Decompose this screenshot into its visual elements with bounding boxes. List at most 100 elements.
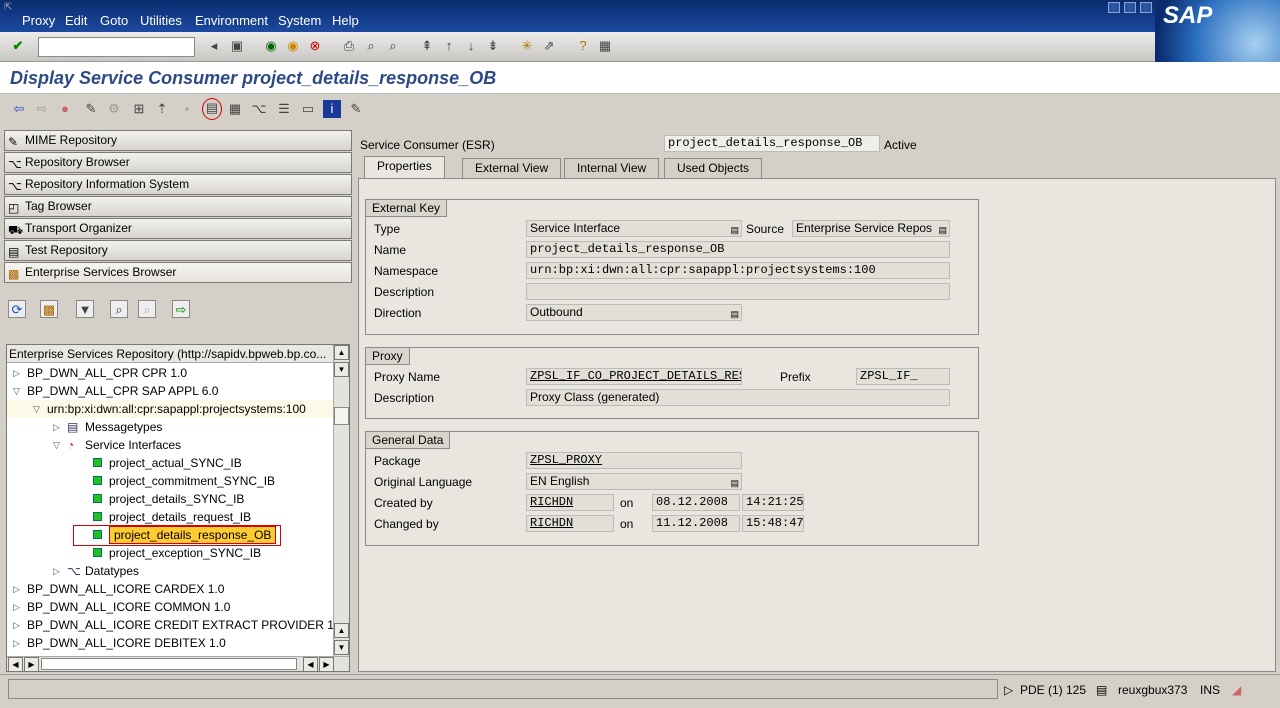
dropdown-icon[interactable]: ▤ (730, 307, 739, 320)
tree-node[interactable]: ▷ BP_DWN_ALL_ICORE CARDEX 1.0 (7, 580, 335, 598)
tree-vertical-scrollbar-lower[interactable]: ▲ ▼ (333, 621, 349, 657)
description-field[interactable] (526, 283, 950, 300)
minimize-button[interactable] (1108, 2, 1120, 13)
type-field[interactable]: Service Interface ▤ (526, 220, 742, 237)
nav-repository-browser[interactable]: ⌥ Repository Browser (4, 152, 352, 173)
find-next-icon[interactable]: ⌕ (384, 37, 402, 55)
tree-node[interactable]: project_details_request_IB (7, 508, 335, 526)
other-object-icon[interactable]: ● (56, 100, 74, 118)
object-list-icon[interactable]: ▤ (202, 98, 222, 120)
status-expand-icon[interactable]: ▷ (1004, 681, 1013, 699)
scroll-right2-button[interactable]: ▶ (319, 657, 334, 671)
tab-internal-view[interactable]: Internal View (564, 158, 660, 178)
tree-node[interactable]: ▷ BP_DWN_ALL_ICORE DEBITEX 1.0 (7, 634, 335, 652)
restore-button[interactable] (1124, 2, 1136, 13)
refresh-icon[interactable]: ⟳ (8, 300, 26, 318)
menu-system[interactable]: System (278, 13, 321, 28)
menu-utilities[interactable]: Utilities (140, 13, 182, 28)
shortcut-icon[interactable]: ⇗ (540, 37, 558, 55)
tree-node[interactable]: ▽ BP_DWN_ALL_CPR SAP APPL 6.0 (7, 382, 335, 400)
expand-arrow-icon[interactable]: ▷ (13, 598, 20, 616)
scroll-thumb[interactable] (334, 407, 349, 425)
info-icon[interactable]: i (323, 100, 341, 118)
tab-properties[interactable]: Properties (364, 156, 445, 178)
save-icon[interactable]: ▣ (228, 37, 246, 55)
source-field[interactable]: Enterprise Service Repos ▤ (792, 220, 950, 237)
cancel-icon[interactable]: ⊗ (306, 37, 324, 55)
tree-node-selected[interactable]: project_details_response_OB (7, 525, 335, 546)
forward-arrow-icon[interactable]: ⇨ (33, 100, 51, 118)
back-icon[interactable]: ◉ (262, 37, 280, 55)
help-icon[interactable]: ? (574, 37, 592, 55)
proxy-name-field[interactable]: ZPSL_IF_CO_PROJECT_DETAILS_RES (526, 368, 742, 385)
change-icon[interactable]: ✎ (82, 100, 100, 118)
display-object-icon[interactable]: ▦ (226, 100, 244, 118)
navigation-icon[interactable]: ☰ (275, 100, 293, 118)
expand-arrow-icon[interactable]: ▷ (53, 562, 60, 580)
dropdown-icon[interactable]: ▤ (938, 223, 947, 236)
nav-mime-repository[interactable]: ✎ MIME Repository (4, 130, 352, 151)
collapse-arrow-icon[interactable]: ▽ (33, 400, 40, 418)
tree-node[interactable]: ▷ BP_DWN_ALL_ICORE CREDIT EXTRACT PROVIDE… (7, 616, 337, 634)
last-page-icon[interactable]: ⇟ (484, 37, 502, 55)
filter-icon[interactable]: ▼ (76, 300, 94, 318)
back-arrow-icon[interactable]: ⇦ (10, 100, 28, 118)
first-page-icon[interactable]: ⇞ (418, 37, 436, 55)
tab-used-objects[interactable]: Used Objects (664, 158, 763, 178)
scroll-right-button[interactable]: ▶ (24, 657, 39, 671)
tab-external-view[interactable]: External View (462, 158, 562, 178)
expand-arrow-icon[interactable]: ▷ (13, 364, 20, 382)
check-object-icon[interactable]: ⊞ (130, 100, 148, 118)
dropdown-icon[interactable]: ▤ (730, 476, 739, 489)
tree-node[interactable]: ▽ urn:bp:xi:dwn:all:cpr:sapappl:projectsy… (7, 400, 335, 418)
nav-test-repository[interactable]: ▤ Test Repository (4, 240, 352, 261)
scroll-up-lower-button[interactable]: ▲ (334, 623, 349, 638)
scroll-down-lower-button[interactable]: ▼ (334, 640, 349, 655)
expand-arrow-icon[interactable]: ▷ (13, 580, 20, 598)
created-by-field[interactable]: RICHDN (526, 494, 614, 511)
namespace-field[interactable]: urn:bp:xi:dwn:all:cpr:sapappl:projectsys… (526, 262, 950, 279)
menu-edit[interactable]: Edit (65, 13, 87, 28)
menu-corner-icon[interactable]: ⇱ (4, 2, 12, 13)
collapse-all-icon[interactable]: ▩ (40, 300, 58, 318)
expand-arrow-icon[interactable]: ▷ (13, 616, 20, 634)
save-left-icon[interactable]: ◂ (205, 37, 223, 55)
layout-menu-icon[interactable]: ▦ (596, 37, 614, 55)
search-icon[interactable]: ⌕ (110, 300, 128, 318)
changed-time-field[interactable]: 15:48:47 (742, 515, 804, 532)
tree-vertical-scrollbar[interactable]: ▲ ▼ (333, 345, 349, 621)
package-field[interactable]: ZPSL_PROXY (526, 452, 742, 469)
next-page-icon[interactable]: ↓ (462, 37, 480, 55)
tree-horizontal-scrollbar[interactable]: ◀ ▶ ◀ ▶ (7, 656, 349, 671)
activate-icon[interactable]: ⇡ (153, 100, 171, 118)
tree-node[interactable]: ▷ ▤ Messagetypes (7, 418, 335, 436)
scroll-left2-button[interactable]: ◀ (303, 657, 318, 671)
nav-tag-browser[interactable]: ◰ Tag Browser (4, 196, 352, 217)
tree-node[interactable]: ▷ ⌥ Datatypes (7, 562, 335, 580)
search-next-icon[interactable]: ⌕ (138, 300, 156, 318)
name-field[interactable]: project_details_response_OB (526, 241, 950, 258)
menu-proxy[interactable]: Proxy (22, 13, 55, 28)
changed-by-field[interactable]: RICHDN (526, 515, 614, 532)
tree-node[interactable]: ▽ ◔ Service Interfaces (7, 436, 335, 454)
nav-repository-information-system[interactable]: ⌥ Repository Information System (4, 174, 352, 195)
hscroll-thumb[interactable] (41, 658, 297, 670)
tree-node[interactable]: project_exception_SYNC_IB (7, 544, 335, 562)
where-used-icon[interactable]: ▪ (178, 100, 196, 118)
nav-enterprise-services-browser[interactable]: ▩ Enterprise Services Browser (4, 262, 352, 283)
language-field[interactable]: EN English ▤ (526, 473, 742, 490)
consumer-name-field[interactable]: project_details_response_OB (664, 135, 880, 152)
changed-date-field[interactable]: 11.12.2008 (652, 515, 740, 532)
print-icon[interactable]: ⎙ (340, 37, 358, 55)
find-icon[interactable]: ⌕ (362, 37, 380, 55)
tree-node[interactable]: project_details_SYNC_IB (7, 490, 335, 508)
new-session-icon[interactable]: ✳ (518, 37, 536, 55)
direction-field[interactable]: Outbound ▤ (526, 304, 742, 321)
window-icon[interactable]: ▭ (299, 100, 317, 118)
menu-environment[interactable]: Environment (195, 13, 268, 28)
tree-node[interactable]: ▷ BP_DWN_ALL_CPR CPR 1.0 (7, 364, 335, 382)
collapse-arrow-icon[interactable]: ▽ (13, 382, 20, 400)
menu-goto[interactable]: Goto (100, 13, 128, 28)
display-change-icon[interactable]: ⚙ (105, 100, 123, 118)
tree-node[interactable]: ▷ BP_DWN_ALL_ICORE COMMON 1.0 (7, 598, 335, 616)
